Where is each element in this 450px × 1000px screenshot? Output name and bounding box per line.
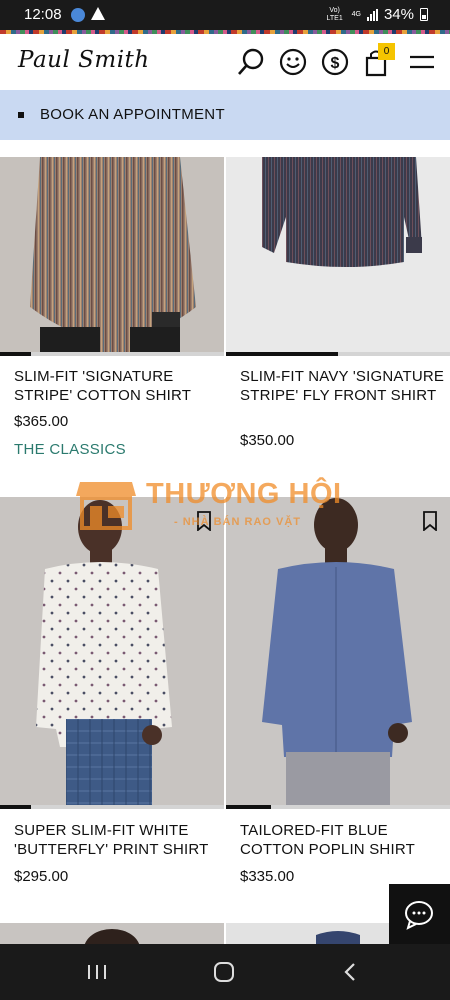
gallery-progress-fill <box>226 352 338 356</box>
product-name[interactable]: SLIM-FIT 'SIGNATURE STRIPE' COTTON SHIRT <box>14 367 219 405</box>
battery-label: 34% <box>383 6 414 23</box>
product-image[interactable] <box>226 157 450 352</box>
system-nav-bar <box>0 944 450 1000</box>
cart-button[interactable]: 0 <box>363 43 395 77</box>
appointment-bullet <box>18 112 24 118</box>
network-label: 4G <box>351 10 361 18</box>
gallery-progress-fill <box>226 805 271 809</box>
warning-icon <box>91 7 105 20</box>
gallery-progress <box>0 352 224 356</box>
product-card[interactable]: SLIM-FIT NAVY 'SIGNATURE STRIPE' FLY FRO… <box>226 157 450 477</box>
product-card[interactable]: SLIM-FIT 'SIGNATURE STRIPE' COTTON SHIRT… <box>0 157 224 477</box>
product-price: $335.00 <box>240 868 295 885</box>
menu-icon[interactable] <box>408 47 438 77</box>
site-header: Paul Smith $ 0 <box>0 34 450 90</box>
battery-icon <box>420 8 428 21</box>
svg-text:$: $ <box>331 55 340 72</box>
brand-logo[interactable]: Paul Smith <box>18 47 150 73</box>
account-icon[interactable] <box>278 47 308 77</box>
signal-icon <box>366 8 378 21</box>
gallery-progress <box>226 805 450 809</box>
product-card[interactable] <box>0 923 224 944</box>
back-icon[interactable] <box>340 961 360 983</box>
product-photo <box>262 157 422 267</box>
home-icon[interactable] <box>212 961 236 983</box>
gallery-progress-fill <box>0 805 32 809</box>
notification-icon <box>71 8 85 22</box>
product-card[interactable]: TAILORED-FIT BLUE COTTON POPLIN SHIRT $3… <box>226 497 450 907</box>
recent-apps-icon[interactable] <box>86 962 108 982</box>
book-appointment-bar[interactable]: BOOK AN APPOINTMENT <box>0 90 450 140</box>
product-image[interactable] <box>0 157 224 352</box>
currency-icon[interactable]: $ <box>320 47 350 77</box>
status-time: 12:08 <box>24 6 62 23</box>
product-name[interactable]: SUPER SLIM-FIT WHITE 'BUTTERFLY' PRINT S… <box>14 821 219 859</box>
bookmark-icon[interactable] <box>196 511 212 531</box>
product-price: $365.00 <box>14 413 69 430</box>
chat-icon <box>405 901 433 930</box>
carrier-label: Vo) LTE1 <box>326 6 343 22</box>
product-photo <box>84 929 140 944</box>
cart-count-badge: 0 <box>378 43 395 60</box>
gallery-progress <box>0 805 224 809</box>
search-icon[interactable] <box>236 47 266 77</box>
collection-tag[interactable]: THE CLASSICS <box>14 441 126 458</box>
chat-button[interactable] <box>389 884 450 944</box>
gallery-progress-fill <box>0 352 32 356</box>
product-name[interactable]: SLIM-FIT NAVY 'SIGNATURE STRIPE' FLY FRO… <box>240 367 445 405</box>
product-name[interactable]: TAILORED-FIT BLUE COTTON POPLIN SHIRT <box>240 821 445 859</box>
bookmark-icon[interactable] <box>422 511 438 531</box>
product-price: $350.00 <box>240 432 295 449</box>
product-photo <box>36 500 172 805</box>
status-bar: 12:08 Vo) LTE1 4G 34% <box>0 0 450 30</box>
appointment-label: BOOK AN APPOINTMENT <box>40 106 225 123</box>
product-photo <box>262 498 412 805</box>
gallery-progress <box>226 352 450 356</box>
product-card[interactable]: SUPER SLIM-FIT WHITE 'BUTTERFLY' PRINT S… <box>0 497 224 907</box>
product-image[interactable] <box>226 497 450 805</box>
product-photo <box>30 157 196 352</box>
product-price: $295.00 <box>14 868 69 885</box>
product-image[interactable] <box>0 497 224 805</box>
